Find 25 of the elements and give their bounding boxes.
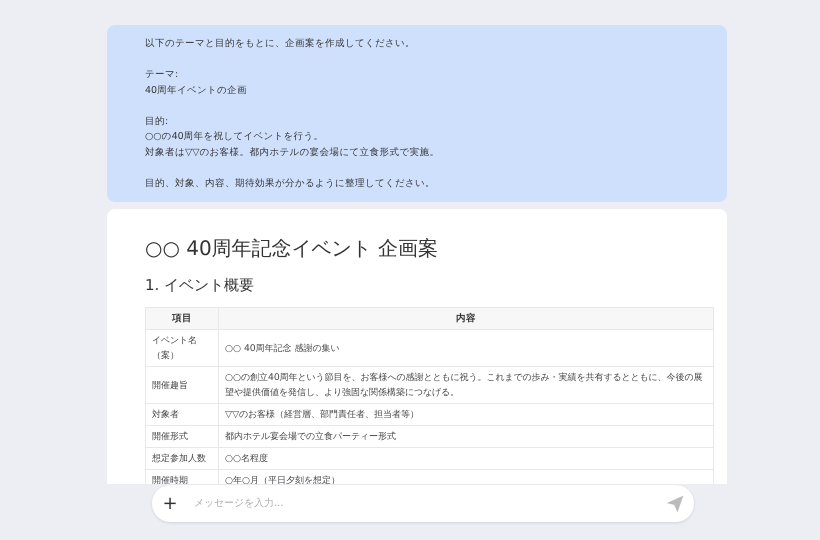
table-cell: 対象者: [146, 404, 218, 426]
section-heading: 1. イベント概要: [145, 276, 256, 295]
response-title: ○○ 40周年記念イベント 企画案: [145, 235, 440, 262]
column-header: 内容: [218, 308, 714, 330]
message-text: 目的、対象、内容、期待効果が分かるように整理してください。: [145, 176, 436, 190]
message-input[interactable]: メッセージを入力...: [192, 497, 665, 510]
table-cell: ○○ 40周年記念 感謝の集い: [218, 330, 714, 366]
message-text: 対象者は▽▽のお客様。都内ホテルの宴会場にて立食形式で実施。: [145, 146, 441, 160]
message-text: 目的:: [145, 114, 170, 128]
message-text: ○○の40周年を祝してイベントを行う。: [145, 130, 325, 144]
table-cell: イベント名（案）: [146, 330, 218, 366]
table-cell: 想定参加人数: [146, 448, 218, 470]
table-cell: ▽▽のお客様（経営層、部門責任者、担当者等）: [218, 404, 714, 426]
message-field[interactable]: + メッセージを入力...: [152, 485, 694, 522]
table-cell: ○○名程度: [218, 448, 714, 470]
add-button[interactable]: +: [161, 493, 179, 514]
table-cell: 都内ホテル宴会場での立食パーティー形式: [218, 426, 714, 448]
send-icon[interactable]: [665, 494, 685, 514]
message-text: 40周年イベントの企画: [145, 84, 248, 98]
message-text: 以下のテーマと目的をもとに、企画案を作成してください。: [145, 37, 416, 51]
table-cell: ○○の創立40周年という節目を、お客様への感謝とともに祝う。これまでの歩み・実績を共有するとともに、今後の展望や提供価値を発信し、より強固な関係構築につなげる。: [218, 366, 714, 404]
message-text: テーマ:: [145, 68, 180, 82]
table-cell: 開催趣旨: [146, 366, 218, 404]
column-header: 項目: [146, 308, 218, 330]
table-cell: 開催形式: [146, 426, 218, 448]
